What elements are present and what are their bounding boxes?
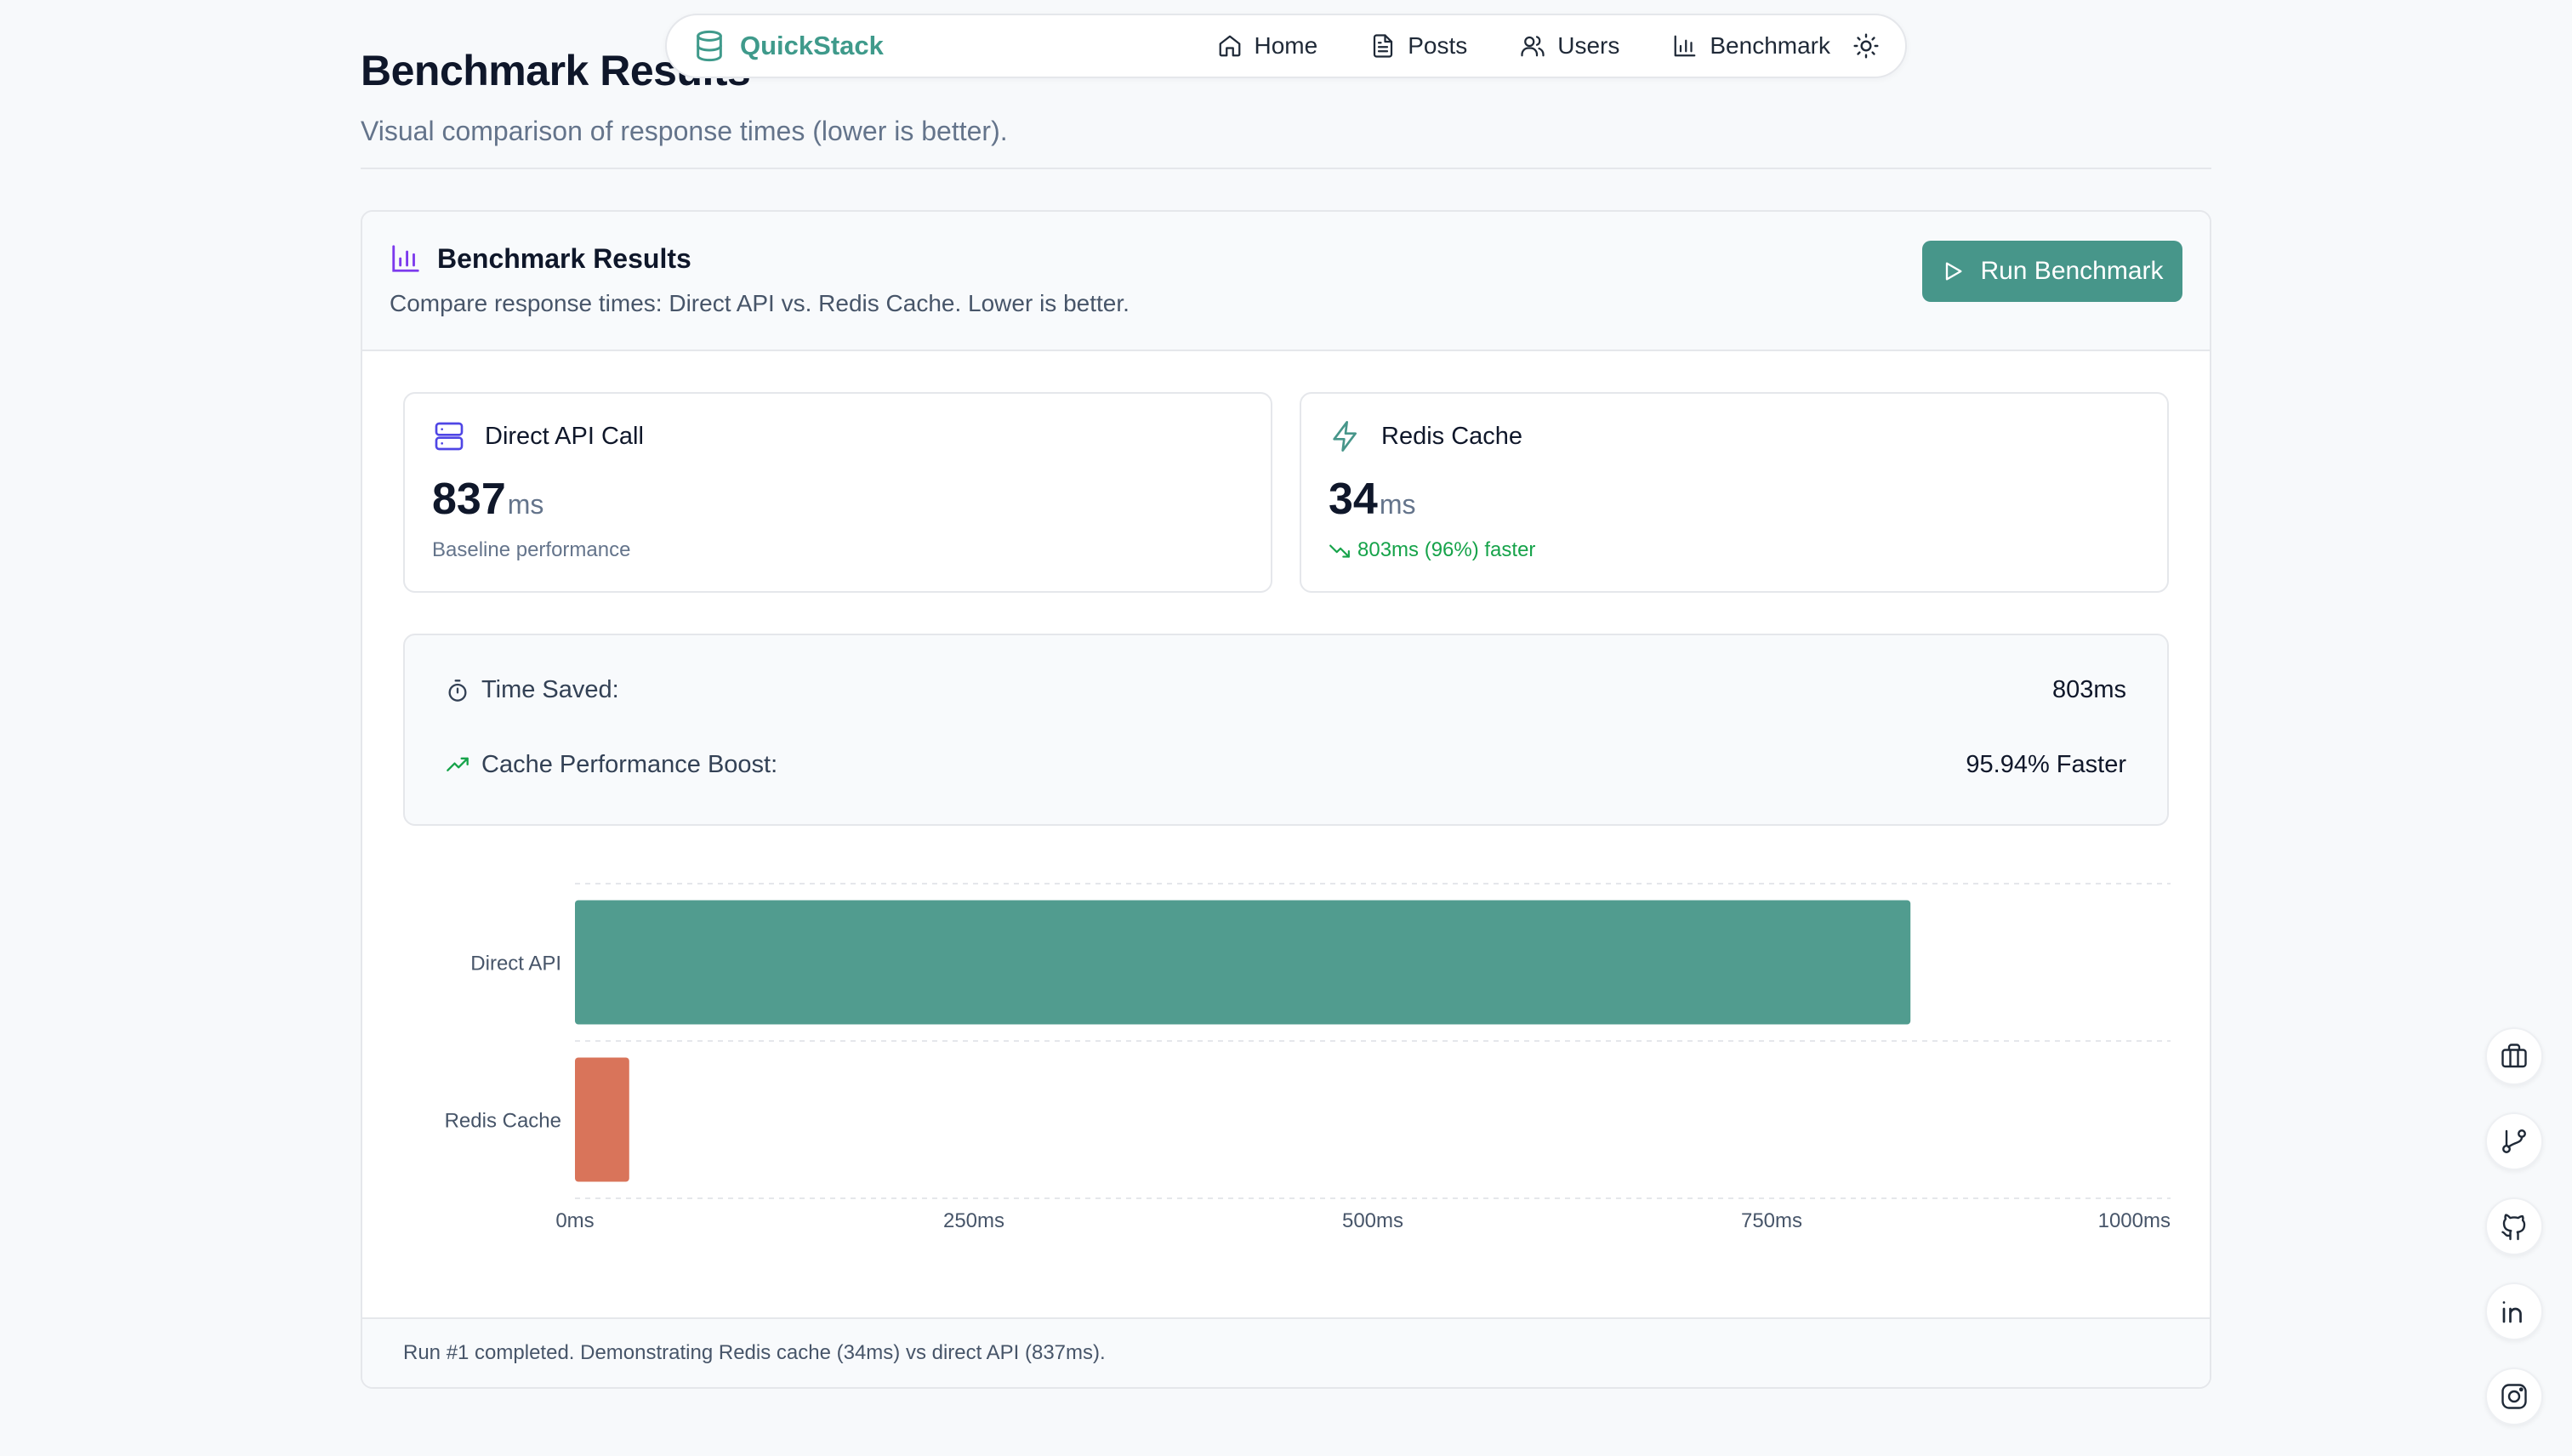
summary-label-group: Cache Performance Boost: xyxy=(446,751,777,779)
top-nav: QuickStack Home Posts Users Benchmark xyxy=(665,14,1907,78)
instagram-icon xyxy=(2499,1381,2529,1412)
github-link[interactable] xyxy=(2485,1197,2543,1255)
card-title: Benchmark Results xyxy=(437,242,691,274)
x-tick-label: 500ms xyxy=(1342,1209,1403,1232)
run-benchmark-button[interactable]: Run Benchmark xyxy=(1922,241,2182,302)
summary-value: 803ms xyxy=(2051,676,2126,703)
home-icon xyxy=(1217,33,1243,59)
briefcase-icon xyxy=(2499,1041,2529,1072)
benchmark-page: Benchmark Results Visual comparison of r… xyxy=(0,0,2572,1456)
trending-up-icon xyxy=(446,754,469,777)
metric-note-text: 803ms (96%) faster xyxy=(1357,538,1536,561)
linkedin-icon xyxy=(2499,1296,2529,1327)
github-icon xyxy=(2499,1211,2529,1242)
nav-home[interactable]: Home xyxy=(1217,32,1318,60)
nav-users-label: Users xyxy=(1557,32,1620,59)
run-benchmark-label: Run Benchmark xyxy=(1980,257,2164,285)
x-tick-label: 750ms xyxy=(1741,1209,1802,1232)
card-description: Compare response times: Direct API vs. R… xyxy=(390,290,1130,316)
git-branch-icon xyxy=(2499,1126,2529,1157)
nav-posts[interactable]: Posts xyxy=(1370,32,1467,60)
social-links xyxy=(2485,1027,2543,1425)
header-divider xyxy=(361,168,2211,169)
portfolio-link[interactable] xyxy=(2485,1027,2543,1085)
summary-label: Time Saved: xyxy=(481,676,619,703)
nav-links: Home Posts Users Benchmark xyxy=(1217,32,1830,60)
metric-number: 34 xyxy=(1329,475,1378,524)
repo-link[interactable] xyxy=(2485,1112,2543,1170)
metric-value: 837 ms xyxy=(432,474,1243,525)
theme-toggle-button[interactable] xyxy=(1852,32,1880,60)
bar-redis-cache xyxy=(575,1057,629,1182)
metric-unit: ms xyxy=(507,489,544,520)
sun-icon xyxy=(1852,32,1880,60)
metric-label: Direct API Call xyxy=(485,422,644,450)
users-icon xyxy=(1520,33,1545,59)
summary-boost: Cache Performance Boost: 95.94% Faster xyxy=(446,751,2126,779)
metric-label: Redis Cache xyxy=(1381,422,1523,450)
category-label: Direct API xyxy=(470,953,561,975)
file-text-icon xyxy=(1370,33,1396,59)
metric-head: Redis Cache xyxy=(1329,419,2140,453)
metric-head: Direct API Call xyxy=(432,419,1243,453)
x-tick-label: 0ms xyxy=(555,1209,594,1232)
brand-name: QuickStack xyxy=(740,31,884,60)
server-icon xyxy=(432,419,466,453)
timer-icon xyxy=(446,679,469,702)
zap-icon xyxy=(1329,419,1363,453)
linkedin-link[interactable] xyxy=(2485,1283,2543,1340)
bar-direct-api xyxy=(575,900,1911,1025)
metric-unit: ms xyxy=(1379,489,1416,520)
bar-chart-icon xyxy=(390,242,422,275)
bar-chart-icon xyxy=(1672,33,1698,59)
run-status-text: Run #1 completed. Demonstrating Redis ca… xyxy=(403,1341,1106,1364)
summary-label-group: Time Saved: xyxy=(446,676,619,704)
card-title-row: Benchmark Results xyxy=(390,242,2182,275)
benchmark-card: Benchmark Results Compare response times… xyxy=(361,210,2211,1389)
x-tick-label: 250ms xyxy=(943,1209,1004,1232)
database-icon xyxy=(692,29,726,63)
summary-time-saved: Time Saved: 803ms xyxy=(446,676,2126,704)
trending-down-icon xyxy=(1329,539,1351,561)
instagram-link[interactable] xyxy=(2485,1368,2543,1425)
nav-benchmark-label: Benchmark xyxy=(1710,32,1830,59)
summary-label: Cache Performance Boost: xyxy=(481,751,778,778)
metric-value: 34 ms xyxy=(1329,474,2140,525)
metric-number: 837 xyxy=(432,475,506,524)
brand-link[interactable]: QuickStack xyxy=(692,29,884,63)
nav-home-label: Home xyxy=(1254,32,1318,59)
card-header: Benchmark Results Compare response times… xyxy=(362,212,2210,351)
metric-note: 803ms (96%) faster xyxy=(1329,538,2140,562)
nav-benchmark[interactable]: Benchmark xyxy=(1672,32,1830,60)
nav-users[interactable]: Users xyxy=(1520,32,1619,60)
category-label: Redis Cache xyxy=(445,1110,561,1133)
response-time-chart: Direct API Redis Cache 0ms 250ms 500ms 750ms 1… xyxy=(362,867,2210,1326)
play-icon xyxy=(1941,259,1965,283)
nav-posts-label: Posts xyxy=(1408,32,1468,59)
page-subtitle: Visual comparison of response times (low… xyxy=(361,116,1008,146)
summary-value: 95.94% Faster xyxy=(1966,751,2126,778)
card-footer: Run #1 completed. Demonstrating Redis ca… xyxy=(362,1317,2210,1387)
metrics-row: Direct API Call 837 ms Baseline performa… xyxy=(403,392,2169,593)
x-tick-label: 1000ms xyxy=(2098,1209,2171,1232)
summary-panel: Time Saved: 803ms Cache Performance Boos… xyxy=(403,634,2169,826)
chart-svg: Direct API Redis Cache 0ms 250ms 500ms 750ms 1… xyxy=(445,883,2171,1232)
metric-direct-api: Direct API Call 837 ms Baseline performa… xyxy=(403,392,1272,593)
metric-redis-cache: Redis Cache 34 ms 803ms (96%) faster xyxy=(1300,392,2169,593)
metric-note: Baseline performance xyxy=(432,538,631,561)
